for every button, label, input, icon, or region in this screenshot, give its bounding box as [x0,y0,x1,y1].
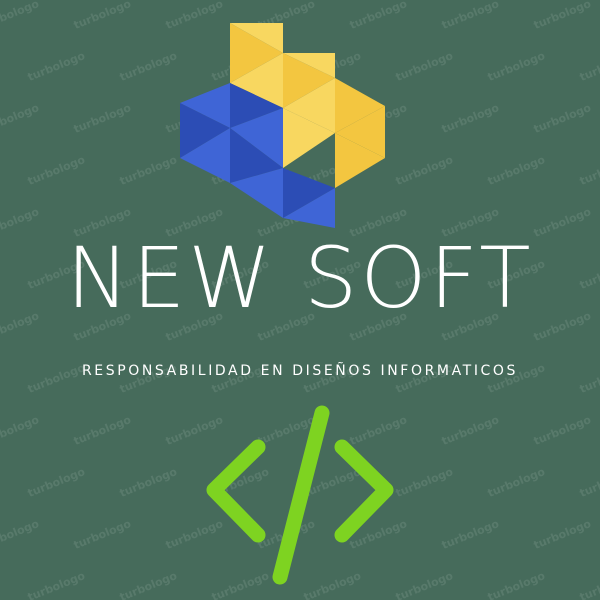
watermark-text: turbologo [117,465,179,500]
watermark-text: turbologo [25,49,87,84]
watermark-text: turbologo [0,413,41,448]
watermark-text: turbologo [577,569,600,600]
watermark-text: turbologo [531,101,593,136]
watermark-text: turbologo [439,101,501,136]
watermark-text: turbologo [531,0,593,32]
watermark-text: turbologo [531,413,593,448]
watermark-text: turbologo [485,569,547,600]
watermark-text: turbologo [531,205,593,240]
watermark-text: turbologo [0,101,41,136]
watermark-text: turbologo [71,413,133,448]
watermark-text: turbologo [0,205,41,240]
watermark-text: turbologo [485,153,547,188]
watermark-text: turbologo [0,517,41,552]
watermark-text: turbologo [439,0,501,32]
watermark-text: turbologo [393,569,455,600]
watermark-text: turbologo [439,517,501,552]
watermark-text: turbologo [439,413,501,448]
brand-tagline: RESPONSABILIDAD EN DISEÑOS INFORMATICOS [81,363,519,379]
left-angle-bracket [206,439,266,543]
brand-title: NEW SOFT [66,229,534,327]
watermark-text: turbologo [25,465,87,500]
logo-canvas: turbologo turbologo turbologo turbologo turb… [0,0,600,600]
watermark-text: turbologo [0,0,41,32]
watermark-text: turbologo [485,49,547,84]
watermark-text: turbologo [393,153,455,188]
watermark-text: turbologo [577,153,600,188]
watermark-text: turbologo [71,517,133,552]
watermark-text: turbologo [71,0,133,32]
watermark-text: turbologo [393,49,455,84]
code-brackets-icon [206,405,394,585]
watermark-text: turbologo [393,465,455,500]
slash [272,405,330,585]
watermark-text: turbologo [117,569,179,600]
right-angle-bracket [334,439,394,543]
watermark-text: turbologo [485,465,547,500]
watermark-text: turbologo [25,569,87,600]
watermark-text: turbologo [577,49,600,84]
watermark-text: turbologo [531,517,593,552]
watermark-text: turbologo [25,153,87,188]
watermark-text: turbologo [577,465,600,500]
watermark-text: turbologo [71,101,133,136]
triangle-mosaic-logo-icon [180,23,385,228]
